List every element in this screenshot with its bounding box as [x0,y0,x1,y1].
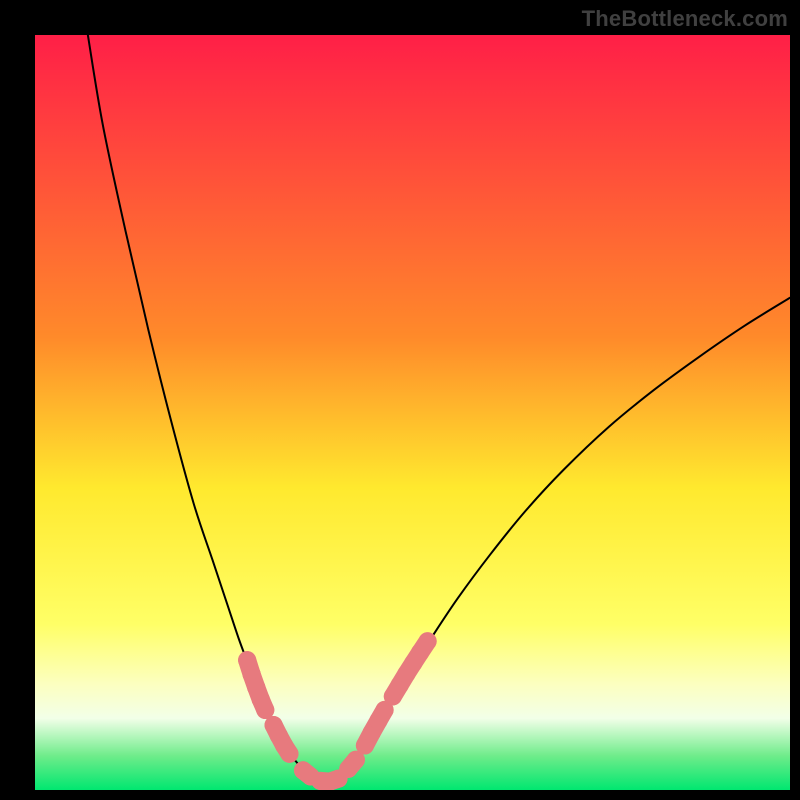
watermark-text: TheBottleneck.com [582,6,788,32]
chart-container: TheBottleneck.com [0,0,800,800]
marker-dot [419,632,437,650]
bottleneck-plot [35,35,790,790]
marker-dot [280,745,298,763]
